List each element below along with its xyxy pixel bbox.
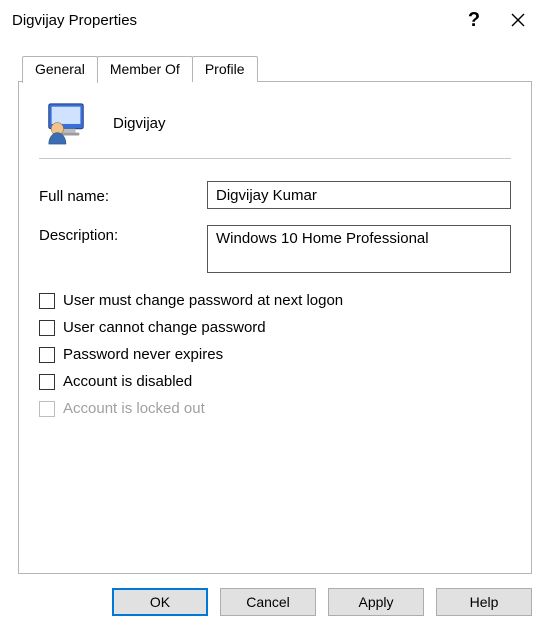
tab-member-of[interactable]: Member Of (97, 56, 193, 82)
checkbox-icon (39, 293, 55, 309)
checkbox-must-change-password[interactable]: User must change password at next logon (39, 292, 511, 309)
checkbox-group: User must change password at next logon … (39, 292, 511, 417)
description-label: Description: (39, 225, 207, 244)
checkbox-icon (39, 320, 55, 336)
field-full-name: Full name: (39, 181, 511, 209)
checkbox-label: Password never expires (63, 346, 223, 363)
checkbox-icon (39, 401, 55, 417)
checkbox-password-never-expires[interactable]: Password never expires (39, 346, 511, 363)
properties-window: Digvijay Properties ? General Member Of … (0, 0, 550, 630)
general-panel: Digvijay Full name: Description: Windows… (18, 82, 532, 574)
window-title: Digvijay Properties (12, 12, 137, 29)
tab-profile[interactable]: Profile (192, 56, 258, 82)
close-icon (511, 13, 525, 27)
titlebar-close-button[interactable] (496, 5, 540, 35)
field-description: Description: Windows 10 Home Professiona… (39, 225, 511, 276)
user-avatar-icon (43, 100, 89, 146)
description-input[interactable]: Windows 10 Home Professional (207, 225, 511, 273)
tab-general[interactable]: General (22, 56, 98, 83)
identity-block: Digvijay (39, 100, 511, 146)
help-button[interactable]: Help (436, 588, 532, 616)
checkbox-label: Account is disabled (63, 373, 192, 390)
ok-button[interactable]: OK (112, 588, 208, 616)
full-name-label: Full name: (39, 186, 207, 205)
checkbox-label: User cannot change password (63, 319, 266, 336)
titlebar: Digvijay Properties ? (0, 0, 550, 40)
button-row: OK Cancel Apply Help (0, 574, 550, 630)
apply-button[interactable]: Apply (328, 588, 424, 616)
divider (39, 158, 511, 159)
tabs-row: General Member Of Profile (18, 52, 532, 82)
checkbox-cannot-change-password[interactable]: User cannot change password (39, 319, 511, 336)
checkbox-label: Account is locked out (63, 400, 205, 417)
checkbox-icon (39, 374, 55, 390)
titlebar-help-button[interactable]: ? (452, 5, 496, 35)
full-name-input[interactable] (207, 181, 511, 209)
checkbox-account-locked-out: Account is locked out (39, 400, 511, 417)
checkbox-account-disabled[interactable]: Account is disabled (39, 373, 511, 390)
cancel-button[interactable]: Cancel (220, 588, 316, 616)
checkbox-icon (39, 347, 55, 363)
checkbox-label: User must change password at next logon (63, 292, 343, 309)
username-label: Digvijay (113, 115, 166, 132)
